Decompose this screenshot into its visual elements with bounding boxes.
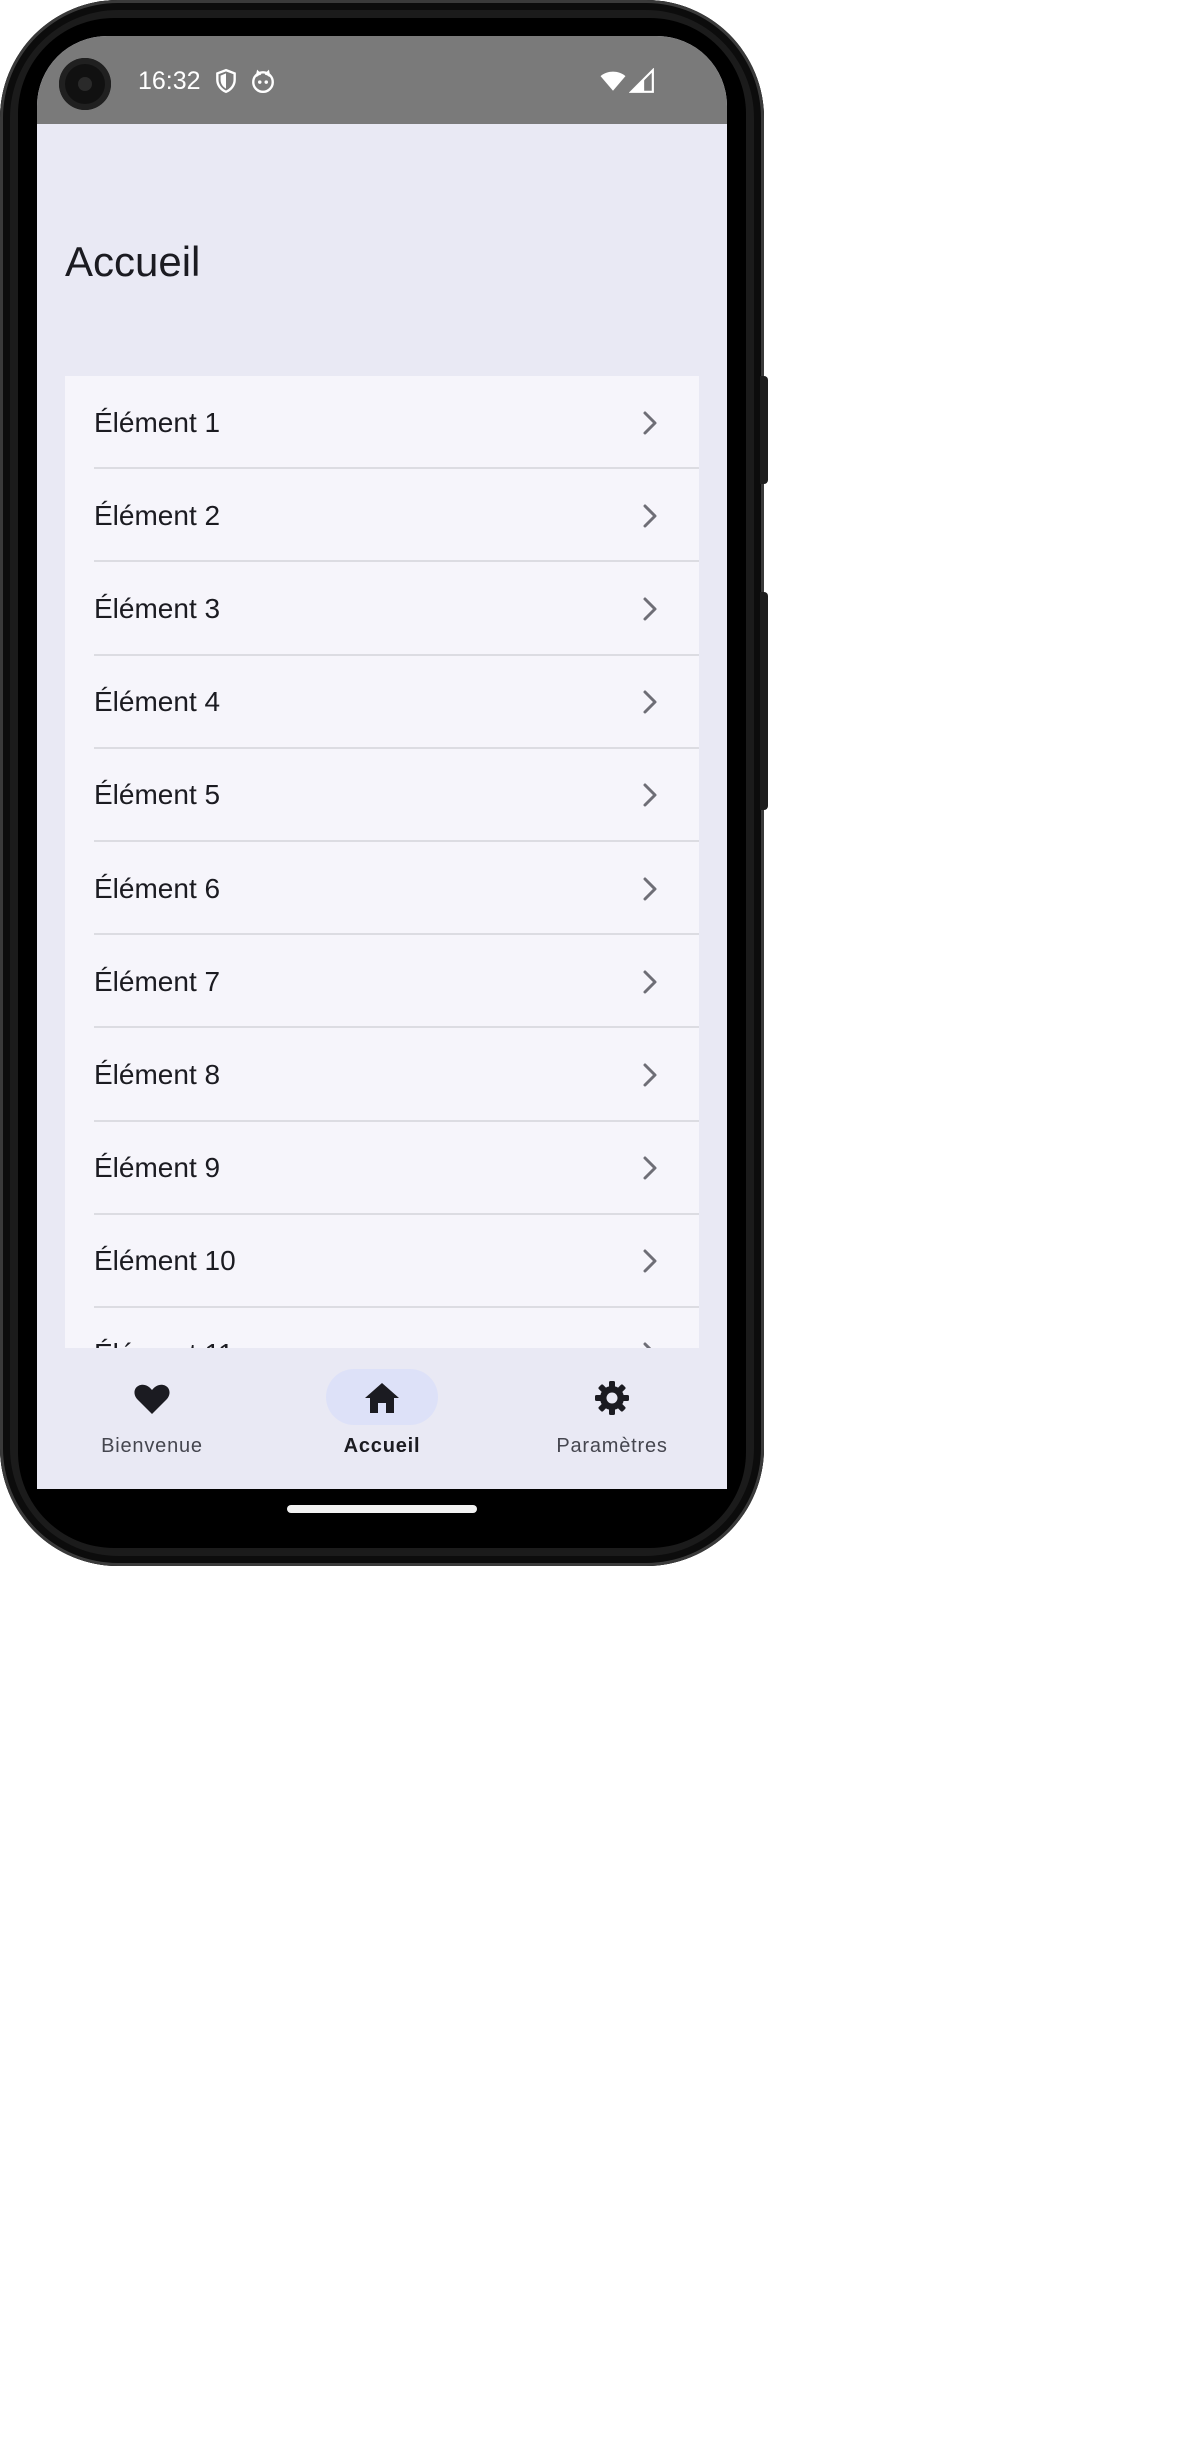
screen: 16:32 Accueil Élément 1 Élément 2 Élémen… xyxy=(37,36,727,1489)
status-bar: 16:32 xyxy=(37,36,727,124)
list-item-10[interactable]: Élément 10 xyxy=(65,1215,699,1309)
list-item-2[interactable]: Élément 2 xyxy=(65,469,699,563)
list-item-4[interactable]: Élément 4 xyxy=(65,656,699,749)
list-item-label: Élément 5 xyxy=(94,779,221,811)
list-item-label: Élément 8 xyxy=(94,1058,221,1090)
power-button xyxy=(760,376,768,484)
list-item-label: Élément 4 xyxy=(94,686,221,718)
list-item-label: Élément 2 xyxy=(94,499,221,531)
list-item-7[interactable]: Élément 7 xyxy=(65,935,699,1029)
list-item-label: Élément 6 xyxy=(94,872,221,904)
nav-item-label: Paramètres xyxy=(556,1435,668,1457)
gesture-navigation-handle[interactable] xyxy=(287,1505,477,1513)
home-icon xyxy=(365,1383,399,1413)
list-item-label: Élément 11 xyxy=(94,1338,641,1348)
heart-icon xyxy=(134,1384,170,1414)
list-item-11[interactable]: Élément 11 xyxy=(65,1308,699,1348)
list-item-5[interactable]: Élément 5 xyxy=(65,749,699,843)
bottom-navigation: Bienvenue Accueil Paramètres xyxy=(37,1348,727,1489)
list-item-label: Élément 9 xyxy=(94,1152,221,1184)
list-item-1[interactable]: Élément 1 xyxy=(65,376,699,470)
chevron-right-icon xyxy=(643,411,657,435)
nav-item-label: Accueil xyxy=(343,1435,421,1457)
status-time: 16:32 xyxy=(138,67,201,95)
front-camera xyxy=(59,58,111,110)
chevron-right-icon xyxy=(643,970,657,994)
nav-item-label: Bienvenue xyxy=(101,1435,203,1457)
cellular-signal-icon xyxy=(629,68,654,93)
item-list: Élément 1 Élément 2 Élément 3 Élément 4 … xyxy=(65,376,699,1348)
nav-item-parametres[interactable]: Paramètres xyxy=(497,1348,727,1489)
list-item-8[interactable]: Élément 8 xyxy=(65,1028,699,1122)
chevron-right-icon xyxy=(643,1156,657,1180)
page-title: Accueil xyxy=(65,238,201,285)
phone-frame: 16:32 Accueil Élément 1 Élément 2 Élémen… xyxy=(0,0,768,1566)
list-item-label: Élément 7 xyxy=(94,965,221,997)
chevron-right-icon xyxy=(643,1063,657,1087)
chevron-right-icon xyxy=(643,597,657,621)
volume-button xyxy=(760,592,768,810)
chevron-right-icon xyxy=(643,1249,657,1273)
nav-item-accueil[interactable]: Accueil xyxy=(267,1348,497,1489)
list-item-9[interactable]: Élément 9 xyxy=(65,1122,699,1215)
list-item-label: Élément 10 xyxy=(94,1245,236,1277)
list-item-6[interactable]: Élément 6 xyxy=(65,842,699,936)
list-item-label: Élément 3 xyxy=(94,592,221,624)
list-item-3[interactable]: Élément 3 xyxy=(65,562,699,656)
chevron-right-icon xyxy=(643,504,657,528)
gear-icon xyxy=(595,1381,629,1415)
chevron-right-icon xyxy=(643,877,657,901)
list-item-label: Élément 1 xyxy=(94,406,221,438)
shield-icon xyxy=(216,68,236,94)
chevron-right-icon xyxy=(643,783,657,807)
cat-icon xyxy=(252,69,274,94)
nav-item-bienvenue[interactable]: Bienvenue xyxy=(37,1348,267,1489)
wifi-icon xyxy=(600,71,626,91)
chevron-right-icon xyxy=(643,690,657,714)
